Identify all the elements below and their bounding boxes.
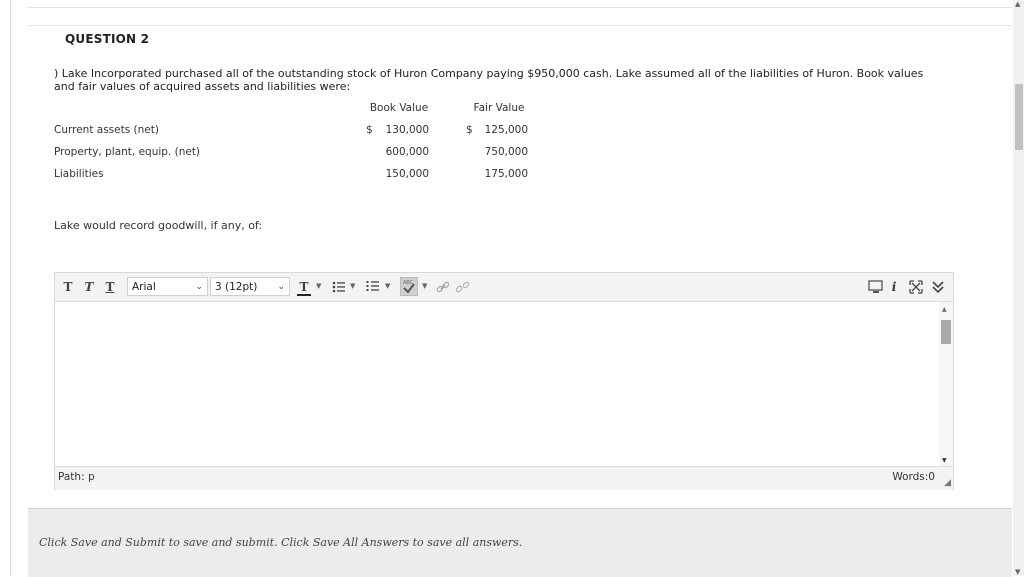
submit-instructions: Click Save and Submit to save and submit… xyxy=(39,536,523,549)
left-divider xyxy=(10,0,11,576)
header-book-value: Book Value xyxy=(369,102,429,114)
header-fair-value: Fair Value xyxy=(473,102,525,114)
info-icon[interactable]: i xyxy=(889,278,899,296)
page-scroll-up-icon[interactable]: ▲ xyxy=(1015,0,1020,8)
text-color-icon[interactable]: T xyxy=(297,278,311,296)
numbered-list-icon[interactable] xyxy=(366,280,380,293)
editor-scrollbar[interactable]: ▲ ▼ xyxy=(939,302,953,466)
book-value: 130,000 xyxy=(385,124,429,136)
bullet-list-caret-icon[interactable]: ▼ xyxy=(350,282,355,290)
book-value: 150,000 xyxy=(385,168,429,180)
editor-toolbar: T T T Arial ⌄ 3 (12pt) ⌄ T ▼ ▼ ▼ ABC ▼ i xyxy=(55,273,953,302)
book-value: 600,000 xyxy=(385,146,429,158)
answer-text-area[interactable] xyxy=(55,302,939,466)
editor-scrollbar-thumb[interactable] xyxy=(941,320,951,344)
font-family-select[interactable]: Arial ⌄ xyxy=(127,277,208,296)
word-count: Words:0 xyxy=(892,471,935,483)
top-divider xyxy=(28,7,1012,8)
submit-footer: Click Save and Submit to save and submit… xyxy=(28,508,1012,577)
page-scrollbar-thumb[interactable] xyxy=(1015,84,1023,150)
editor-status-bar: Path: p Words:0 ◢ xyxy=(55,466,953,490)
spellcheck-caret-icon[interactable]: ▼ xyxy=(422,282,427,290)
table-row: Liabilities 150,000 175,000 xyxy=(54,168,554,184)
resize-grip-icon[interactable]: ◢ xyxy=(944,478,951,488)
numbered-list-caret-icon[interactable]: ▼ xyxy=(385,282,390,290)
page: QUESTION 2 ) Lake Incorporated purchased… xyxy=(0,0,1024,577)
unlink-icon[interactable] xyxy=(455,281,471,293)
scroll-up-icon[interactable]: ▲ xyxy=(942,306,947,313)
text-style-2-icon[interactable]: T xyxy=(82,278,96,296)
page-scroll-down-icon[interactable]: ▼ xyxy=(1015,568,1020,576)
table-row: Property, plant, equip. (net) 600,000 75… xyxy=(54,146,554,162)
fair-value: 175,000 xyxy=(484,168,528,180)
fair-value: 750,000 xyxy=(484,146,528,158)
question-text: ) Lake Incorporated purchased all of the… xyxy=(54,67,924,93)
table-row: Current assets (net) $ 130,000 $ 125,000 xyxy=(54,124,554,140)
font-size-value: 3 (12pt) xyxy=(215,281,258,293)
row-label: Liabilities xyxy=(54,168,104,180)
fair-value: 125,000 xyxy=(484,124,528,136)
font-family-value: Arial xyxy=(132,281,156,293)
element-path: Path: p xyxy=(58,471,95,483)
chevron-down-icon: ⌄ xyxy=(195,282,203,292)
text-color-caret-icon[interactable]: ▼ xyxy=(316,282,321,290)
page-scrollbar[interactable]: ▲ ▼ xyxy=(1013,0,1024,576)
collapse-icon[interactable] xyxy=(931,280,945,294)
scroll-down-icon[interactable]: ▼ xyxy=(942,457,947,464)
fullscreen-icon[interactable] xyxy=(909,280,923,294)
font-size-select[interactable]: 3 (12pt) ⌄ xyxy=(210,277,290,296)
table-header-row: Book Value Fair Value xyxy=(54,102,554,118)
text-style-3-icon[interactable]: T xyxy=(103,278,117,296)
spellcheck-icon[interactable]: ABC xyxy=(400,277,418,296)
question-title: QUESTION 2 xyxy=(65,32,150,46)
link-icon[interactable] xyxy=(436,281,450,293)
answer-editor: T T T Arial ⌄ 3 (12pt) ⌄ T ▼ ▼ ▼ ABC ▼ i… xyxy=(54,272,954,490)
bullet-list-icon[interactable] xyxy=(332,281,346,293)
chevron-down-icon: ⌄ xyxy=(277,282,285,292)
question-prompt: Lake would record goodwill, if any, of: xyxy=(54,219,263,232)
row-label: Property, plant, equip. (net) xyxy=(54,146,201,158)
text-style-1-icon[interactable]: T xyxy=(61,278,75,296)
preview-icon[interactable] xyxy=(868,280,884,294)
row-label: Current assets (net) xyxy=(54,124,159,136)
